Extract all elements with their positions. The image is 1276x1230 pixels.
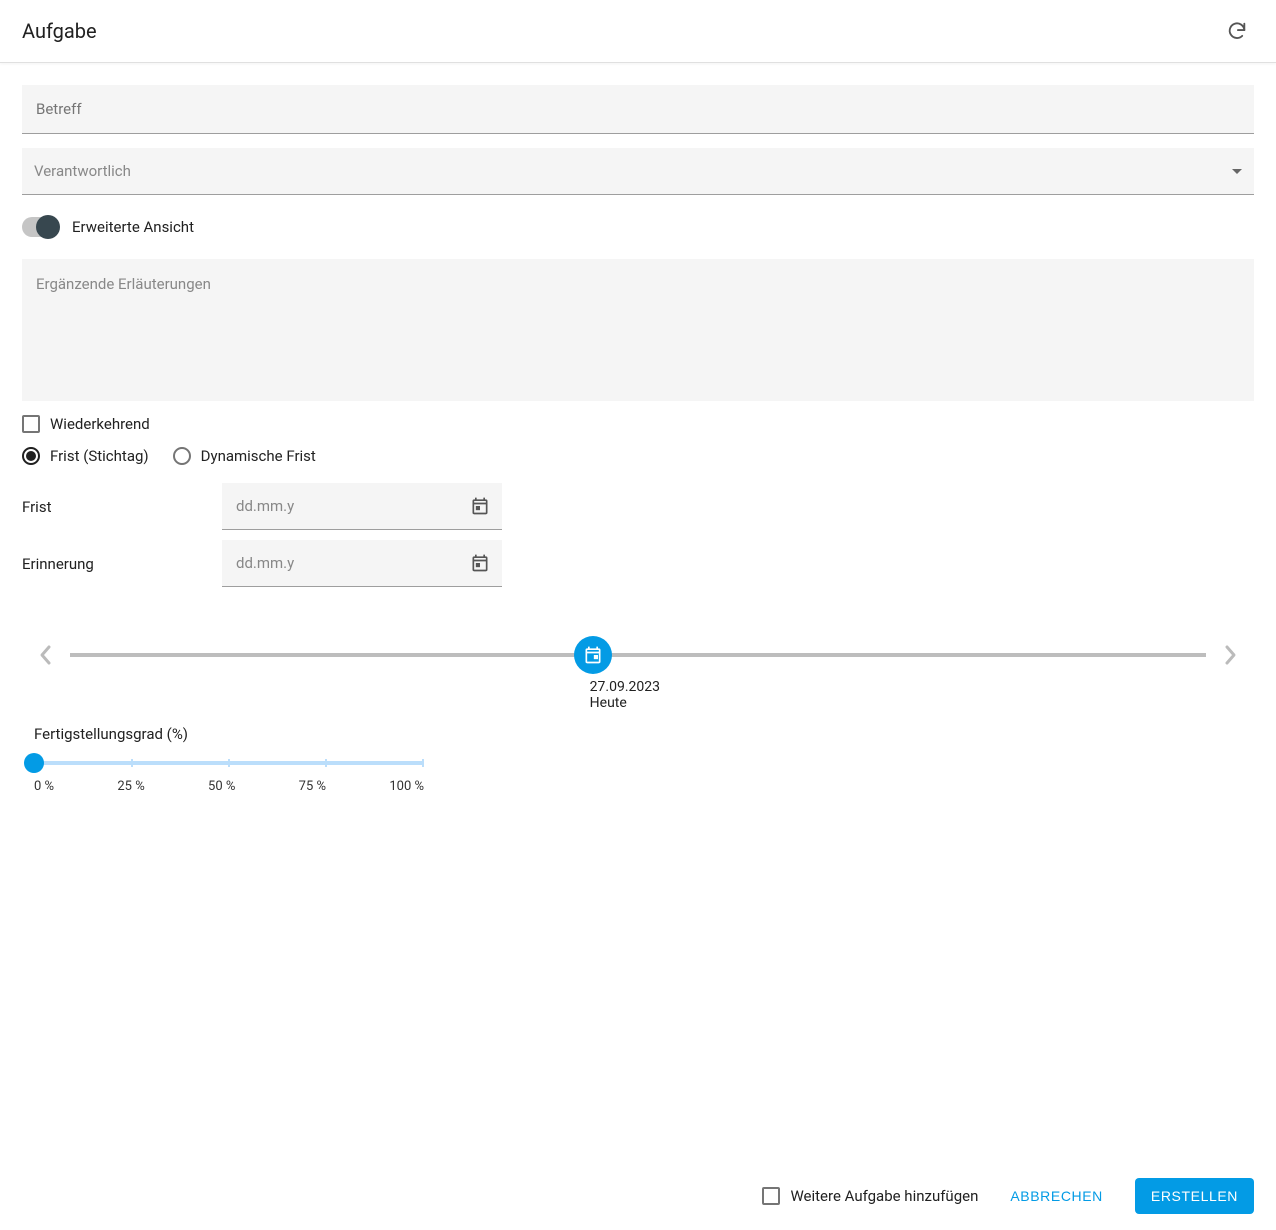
add-another-label: Weitere Aufgabe hinzufügen (790, 1187, 978, 1205)
chevron-right-icon (1222, 643, 1238, 667)
date-grid: Frist Erinnerung (22, 483, 1254, 587)
subject-field[interactable] (22, 85, 1254, 134)
dropdown-icon (1232, 169, 1242, 174)
progress-slider[interactable] (34, 761, 424, 765)
deadline-row: Frist (22, 483, 1254, 530)
radio-selected-icon (22, 447, 40, 465)
refresh-button[interactable] (1220, 14, 1254, 48)
tick-100: 100 % (389, 779, 424, 794)
deadline-mode-row: Frist (Stichtag) Dynamische Frist (22, 447, 1254, 465)
timeline-prev-button[interactable] (34, 639, 58, 671)
refresh-icon (1226, 20, 1248, 42)
tick-75: 75 % (299, 779, 326, 794)
deadline-label: Frist (22, 498, 222, 516)
timeline-today-badge (574, 636, 612, 674)
deadline-dynamic-label: Dynamische Frist (201, 447, 316, 465)
notes-field[interactable] (22, 259, 1254, 401)
timeline-next-button[interactable] (1218, 639, 1242, 671)
dialog-header: Aufgabe (0, 0, 1276, 63)
toggle-thumb (36, 215, 60, 239)
tick-50: 50 % (208, 779, 235, 794)
subject-input[interactable] (34, 99, 1242, 119)
timeline: 27.09.2023 Heute (34, 615, 1242, 695)
recurring-row: Wiederkehrend (22, 415, 1254, 433)
timeline-today-date: 27.09.2023 (590, 679, 660, 695)
recurring-checkbox[interactable]: Wiederkehrend (22, 415, 150, 433)
timeline-today-marker (574, 636, 612, 674)
checkbox-icon (762, 1187, 780, 1205)
deadline-dynamic-radio[interactable]: Dynamische Frist (173, 447, 316, 465)
timeline-today-label: Heute (590, 695, 660, 711)
cancel-button[interactable]: ABBRECHEN (998, 1178, 1115, 1214)
calendar-icon[interactable] (470, 496, 490, 516)
responsible-placeholder: Verantwortlich (34, 162, 131, 180)
deadline-fixed-label: Frist (Stichtag) (50, 447, 149, 465)
recurring-label: Wiederkehrend (50, 415, 150, 433)
timeline-track (70, 653, 1206, 657)
slider-thumb[interactable] (24, 753, 44, 773)
add-another-checkbox[interactable]: Weitere Aufgabe hinzufügen (762, 1187, 978, 1205)
timeline-today-text: 27.09.2023 Heute (590, 679, 660, 711)
create-button[interactable]: ERSTELLEN (1135, 1178, 1254, 1214)
event-icon (583, 645, 603, 665)
radio-unselected-icon (173, 447, 191, 465)
reminder-row: Erinnerung (22, 540, 1254, 587)
checkbox-icon (22, 415, 40, 433)
deadline-date-field[interactable] (222, 483, 502, 530)
extended-view-label: Erweiterte Ansicht (72, 218, 194, 236)
extended-view-row: Erweiterte Ansicht (22, 217, 1254, 237)
calendar-icon[interactable] (470, 553, 490, 573)
reminder-date-input[interactable] (234, 553, 470, 573)
tick-0: 0 % (34, 779, 54, 794)
slider-tick-labels: 0 % 25 % 50 % 75 % 100 % (34, 779, 424, 794)
progress-block: Fertigstellungsgrad (%) 0 % 25 % 50 % 75… (34, 725, 424, 794)
reminder-label: Erinnerung (22, 555, 222, 573)
page-title: Aufgabe (22, 19, 97, 43)
responsible-select[interactable]: Verantwortlich (22, 148, 1254, 195)
tick-25: 25 % (117, 779, 144, 794)
form-content: Verantwortlich Erweiterte Ansicht Wieder… (0, 63, 1276, 1161)
notes-textarea[interactable] (34, 273, 1242, 383)
reminder-date-field[interactable] (222, 540, 502, 587)
dialog-footer: Weitere Aufgabe hinzufügen ABBRECHEN ERS… (0, 1161, 1276, 1230)
deadline-fixed-radio[interactable]: Frist (Stichtag) (22, 447, 149, 465)
chevron-left-icon (38, 643, 54, 667)
slider-tick-marks (34, 759, 424, 767)
progress-label: Fertigstellungsgrad (%) (34, 725, 424, 743)
extended-view-toggle[interactable] (22, 217, 58, 237)
deadline-date-input[interactable] (234, 496, 470, 516)
